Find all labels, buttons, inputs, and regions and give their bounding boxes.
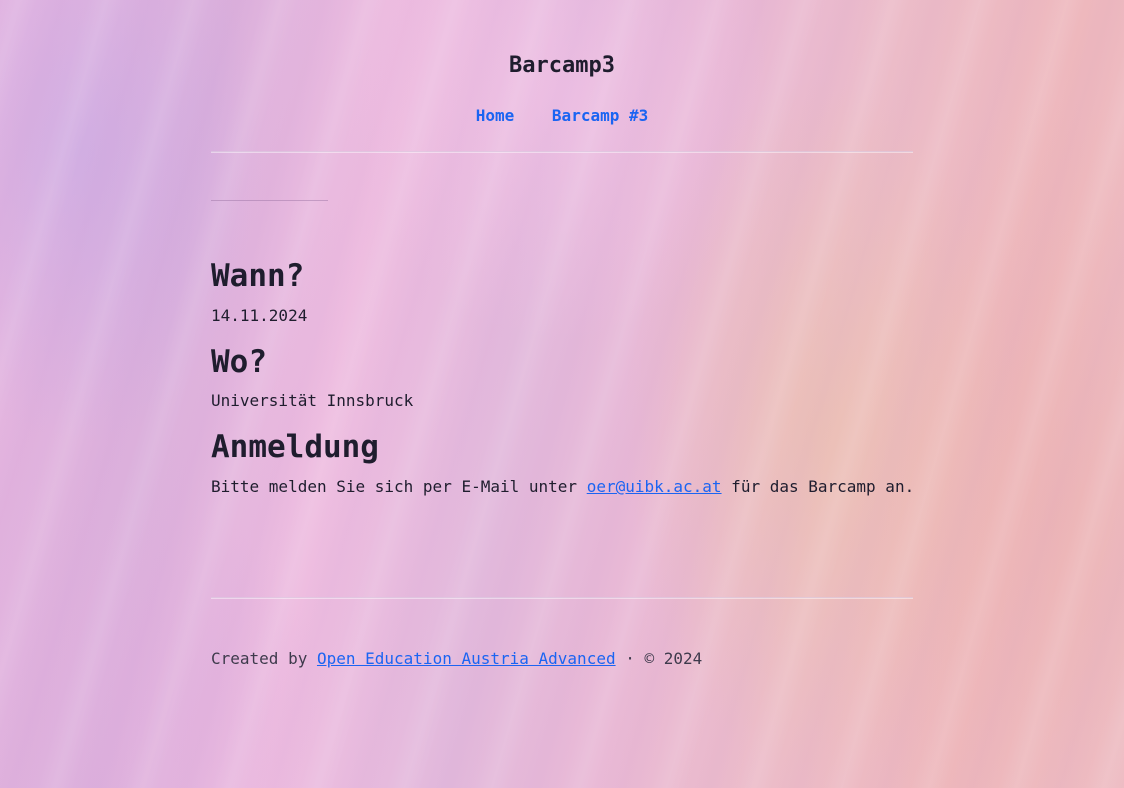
- heading-when: Wann?: [211, 258, 305, 294]
- registration-text-before: Bitte melden Sie sich per E-Mail unter: [211, 477, 587, 496]
- event-date: 14.11.2024: [211, 306, 308, 325]
- site-title[interactable]: Barcamp3: [211, 52, 913, 80]
- nav-link-home[interactable]: Home: [476, 106, 515, 125]
- footer-prefix: Created by: [211, 649, 317, 668]
- heading-registration: Anmeldung: [211, 429, 379, 465]
- footer: Created by Open Education Austria Advanc…: [211, 649, 702, 669]
- footer-divider: [211, 597, 913, 599]
- event-location: Universität Innsbruck: [211, 391, 414, 410]
- content-separator: [211, 200, 328, 201]
- nav-link-barcamp-3[interactable]: Barcamp #3: [552, 106, 648, 125]
- heading-where: Wo?: [211, 344, 267, 380]
- registration-email-link[interactable]: oer@uibk.ac.at: [587, 477, 722, 496]
- registration-text: Bitte melden Sie sich per E-Mail unter o…: [211, 477, 914, 497]
- footer-author-link[interactable]: Open Education Austria Advanced: [317, 649, 616, 668]
- footer-copyright: · © 2024: [615, 649, 703, 668]
- header-divider: [211, 151, 913, 153]
- registration-text-after: für das Barcamp an.: [721, 477, 915, 496]
- main-nav: Home Barcamp #3: [211, 106, 913, 126]
